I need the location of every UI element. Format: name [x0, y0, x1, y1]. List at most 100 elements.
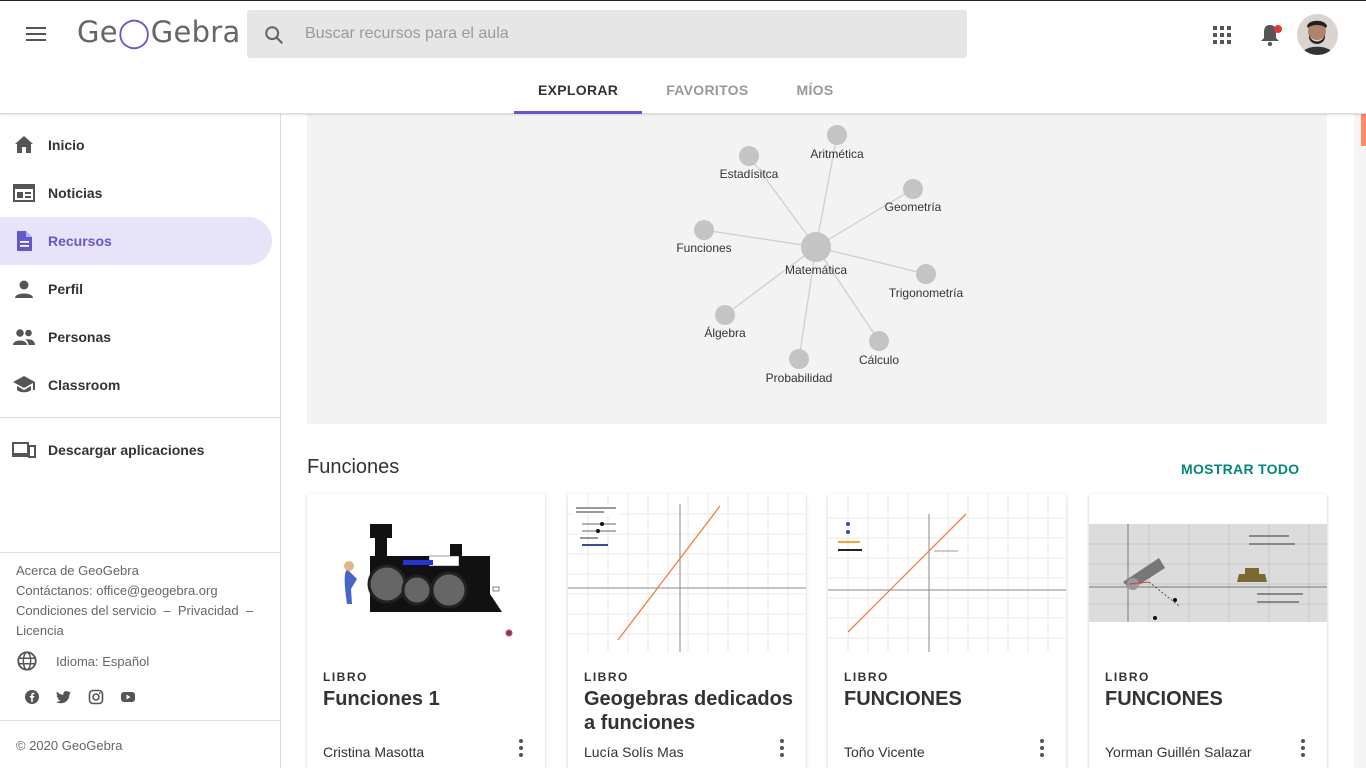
- card-author[interactable]: Cristina Masotta: [323, 744, 424, 760]
- sidebar-divider: [0, 720, 281, 721]
- topic-node-geometria[interactable]: Geometría: [885, 179, 942, 214]
- topic-node-trigonometria[interactable]: Trigonometría: [889, 264, 964, 300]
- card-title[interactable]: FUNCIONES: [1105, 687, 1315, 711]
- document-icon: [17, 231, 32, 251]
- card-type: LIBRO: [584, 670, 629, 684]
- card-title[interactable]: Funciones 1: [323, 687, 533, 711]
- news-icon: [13, 184, 35, 202]
- tab-explorar[interactable]: EXPLORAR: [514, 69, 643, 114]
- sidebar-item-label: Perfil: [48, 281, 84, 297]
- sidebar-item-label: Classroom: [48, 377, 121, 393]
- card-author[interactable]: Toño Vicente: [844, 744, 925, 760]
- card-author[interactable]: Lucía Solís Mas: [584, 744, 684, 760]
- search-input[interactable]: [305, 10, 945, 58]
- card-type: LIBRO: [323, 670, 368, 684]
- sidebar-item-noticias[interactable]: Noticias: [0, 169, 272, 217]
- resource-card[interactable]: LIBRO Geogebras dedicados a funciones Lu…: [568, 494, 806, 768]
- svg-text:Matemática: Matemática: [785, 263, 847, 277]
- youtube-icon[interactable]: [120, 689, 136, 705]
- card-title[interactable]: Geogebras dedicados a funciones: [584, 687, 794, 735]
- tab-mios[interactable]: MÍOS: [773, 69, 858, 114]
- devices-icon: [12, 442, 36, 458]
- svg-text:Geometría: Geometría: [885, 200, 942, 214]
- card-thumbnail: [1089, 494, 1327, 652]
- sidebar-item-download-apps[interactable]: Descargar aplicaciones: [0, 426, 272, 474]
- card-title[interactable]: FUNCIONES: [844, 687, 1054, 711]
- people-icon: [13, 329, 35, 345]
- sidebar-item-label: Personas: [48, 329, 112, 345]
- sidebar-divider: [0, 417, 281, 418]
- search-bar[interactable]: [247, 10, 967, 58]
- twitter-icon[interactable]: [56, 689, 72, 705]
- topic-node-funciones[interactable]: Funciones: [676, 220, 732, 255]
- link-separator: –: [163, 603, 171, 618]
- main-tabs: EXPLORAR FAVORITOS MÍOS: [514, 69, 857, 115]
- more-options-icon[interactable]: [513, 738, 529, 758]
- section-title: Funciones: [307, 456, 400, 478]
- contact-link[interactable]: Contáctanos: office@geogebra.org: [16, 583, 218, 598]
- resource-card[interactable]: LIBRO FUNCIONES Yorman Guillén Salazar: [1089, 494, 1327, 768]
- school-icon: [13, 376, 35, 393]
- sidebar-item-perfil[interactable]: Perfil: [0, 265, 272, 313]
- social-links: [24, 689, 136, 705]
- footer-links: Acerca de GeoGebra Contáctanos: office@g…: [16, 561, 253, 641]
- sidebar-item-label: Inicio: [48, 137, 85, 153]
- license-link[interactable]: Licencia: [16, 623, 64, 638]
- topic-node-estadistica[interactable]: Estadísitca: [720, 146, 779, 181]
- card-type: LIBRO: [844, 670, 889, 684]
- page-scrollbar[interactable]: [1354, 70, 1366, 768]
- about-link[interactable]: Acerca de GeoGebra: [16, 563, 139, 578]
- copyright: © 2020 GeoGebra: [16, 738, 123, 753]
- resource-card[interactable]: LIBRO Funciones 1 Cristina Masotta: [307, 494, 545, 768]
- menu-icon[interactable]: [24, 23, 48, 45]
- tab-favoritos[interactable]: FAVORITOS: [642, 69, 772, 114]
- svg-text:Funciones: Funciones: [676, 241, 731, 255]
- app-header: Ge◯Gebra EXPLORAR FAVORITOS MÍOS: [0, 0, 1366, 114]
- sidebar: Inicio Noticias Recursos Perfil Personas…: [0, 114, 281, 768]
- globe-icon: [17, 651, 37, 671]
- sidebar-item-inicio[interactable]: Inicio: [0, 121, 272, 169]
- more-options-icon[interactable]: [1295, 738, 1311, 758]
- svg-text:Aritmética: Aritmética: [810, 147, 864, 161]
- facebook-icon[interactable]: [24, 689, 40, 705]
- geogebra-logo[interactable]: Ge◯Gebra: [77, 15, 241, 49]
- card-thumbnail: [307, 494, 545, 652]
- svg-text:Álgebra: Álgebra: [704, 325, 746, 340]
- language-selector[interactable]: Idioma: Español: [16, 650, 149, 672]
- topic-node-calculo[interactable]: Cálculo: [859, 331, 899, 367]
- topic-node-matematica[interactable]: Matemática: [785, 232, 847, 277]
- sidebar-divider: [0, 552, 281, 553]
- terms-link[interactable]: Condiciones del servicio: [16, 603, 156, 618]
- card-thumbnail: [828, 494, 1066, 652]
- sidebar-item-classroom[interactable]: Classroom: [0, 361, 272, 409]
- sidebar-item-personas[interactable]: Personas: [0, 313, 272, 361]
- language-label: Idioma: Español: [56, 653, 150, 669]
- user-avatar[interactable]: [1297, 14, 1338, 55]
- svg-text:Trigonometría: Trigonometría: [889, 286, 964, 300]
- sidebar-item-label: Descargar aplicaciones: [48, 442, 205, 458]
- apps-grid-icon[interactable]: [1212, 25, 1232, 45]
- show-all-button[interactable]: MOSTRAR TODO: [1181, 461, 1299, 477]
- topic-node-algebra[interactable]: Álgebra: [704, 305, 746, 340]
- link-separator: –: [245, 603, 254, 618]
- svg-text:Cálculo: Cálculo: [859, 353, 899, 367]
- card-thumbnail: [568, 494, 806, 652]
- notification-badge: [1274, 25, 1282, 33]
- home-icon: [15, 136, 33, 153]
- svg-text:Estadísitca: Estadísitca: [720, 167, 779, 181]
- person-icon: [15, 280, 33, 298]
- svg-text:Probabilidad: Probabilidad: [766, 371, 833, 385]
- search-icon: [265, 26, 284, 45]
- topic-node-aritmetica[interactable]: Aritmética: [810, 125, 864, 161]
- instagram-icon[interactable]: [88, 689, 104, 705]
- more-options-icon[interactable]: [1034, 738, 1050, 758]
- sidebar-item-recursos[interactable]: Recursos: [0, 217, 272, 265]
- card-author[interactable]: Yorman Guillén Salazar: [1105, 744, 1252, 760]
- card-type: LIBRO: [1105, 670, 1150, 684]
- privacy-link[interactable]: Privacidad: [178, 603, 239, 618]
- sidebar-item-label: Noticias: [48, 185, 103, 201]
- topic-graph: Matemática Aritmética Estadísitca Geomet…: [307, 114, 1327, 424]
- topic-node-probabilidad[interactable]: Probabilidad: [766, 349, 833, 385]
- resource-card[interactable]: LIBRO FUNCIONES Toño Vicente: [828, 494, 1066, 768]
- more-options-icon[interactable]: [774, 738, 790, 758]
